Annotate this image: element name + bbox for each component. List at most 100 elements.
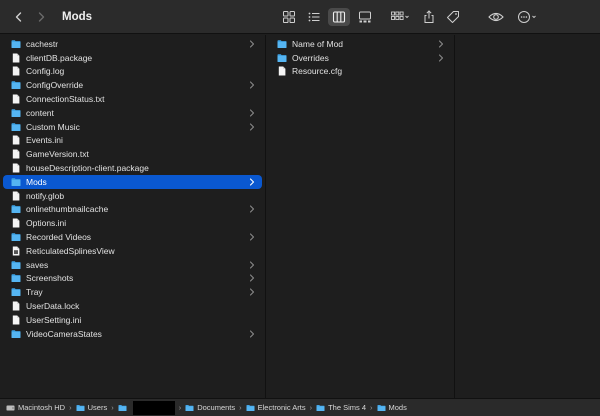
file-list: cachestr clientDB.package Config.log Config… <box>0 35 265 341</box>
column-view-icon <box>332 11 346 23</box>
group-button[interactable] <box>387 8 413 26</box>
forward-button[interactable] <box>32 8 50 26</box>
quick-look-button[interactable] <box>487 8 505 26</box>
folder-item[interactable]: VideoCameraStates <box>0 327 265 341</box>
path-separator-icon: › <box>178 403 182 412</box>
document-icon <box>11 315 21 325</box>
folder-icon <box>377 404 386 412</box>
item-label: Mods <box>26 176 47 187</box>
folder-icon <box>185 404 194 412</box>
document-icon <box>11 66 21 76</box>
document-icon <box>11 94 21 104</box>
file-item[interactable]: ReticulatedSplinesView <box>0 244 265 258</box>
item-label: Options.ini <box>26 218 67 229</box>
disclosure-chevron-icon <box>438 40 444 48</box>
disclosure-chevron-icon <box>249 123 255 131</box>
file-item[interactable]: ConnectionStatus.txt <box>0 92 265 106</box>
folder-icon <box>11 232 21 242</box>
file-item[interactable]: GameVersion.txt <box>0 147 265 161</box>
icon-view-button[interactable] <box>280 8 298 26</box>
folder-item[interactable]: cachestr <box>0 37 265 51</box>
folder-icon <box>11 273 21 283</box>
disclosure-chevron-icon <box>249 81 255 89</box>
folder-icon <box>277 53 287 63</box>
file-item[interactable]: notify.glob <box>0 189 265 203</box>
folder-icon <box>11 108 21 118</box>
path-crumb[interactable] <box>118 400 175 415</box>
item-label: Overrides <box>292 52 329 63</box>
path-crumb-label: Users <box>87 403 108 412</box>
folder-icon <box>277 39 287 49</box>
item-label: content <box>26 107 54 118</box>
window-title: Mods <box>62 10 93 23</box>
path-crumb[interactable]: Electronic Arts <box>246 403 306 412</box>
item-label: UserData.lock <box>26 301 80 312</box>
file-item[interactable]: UserSetting.ini <box>0 313 265 327</box>
more-actions-button[interactable] <box>516 8 540 26</box>
item-label: ConfigOverride <box>26 80 84 91</box>
gallery-view-button[interactable] <box>356 8 374 26</box>
folder-item[interactable]: Recorded Videos <box>0 230 265 244</box>
item-label: VideoCameraStates <box>26 328 102 339</box>
item-label: Resource.cfg <box>292 66 343 77</box>
folder-icon <box>11 287 21 297</box>
column-view-button[interactable] <box>328 8 350 26</box>
path-separator-icon: › <box>69 403 72 412</box>
file-item[interactable]: UserData.lock <box>0 299 265 313</box>
path-crumb[interactable]: Mods <box>377 403 407 412</box>
path-separator-icon: › <box>239 403 242 412</box>
disclosure-chevron-icon <box>249 109 255 117</box>
folder-icon <box>11 329 21 339</box>
chevron-right-icon <box>38 11 45 22</box>
document-icon <box>11 135 21 145</box>
folder-item[interactable]: content <box>0 106 265 120</box>
path-crumb[interactable]: The Sims 4 <box>316 403 366 412</box>
file-item[interactable]: clientDB.package <box>0 51 265 65</box>
disclosure-chevron-icon <box>249 288 255 296</box>
share-icon <box>424 10 434 23</box>
tags-button[interactable] <box>445 8 461 26</box>
folder-item[interactable]: Name of Mod <box>266 37 454 51</box>
folder-icon <box>11 39 21 49</box>
folder-item[interactable]: Screenshots <box>0 272 265 286</box>
back-button[interactable] <box>10 8 28 26</box>
path-crumb[interactable]: Documents <box>185 403 235 412</box>
redacted-block <box>132 400 175 415</box>
group-icon <box>391 11 409 20</box>
folder-item[interactable]: Mods <box>3 174 262 189</box>
item-label: cachestr <box>26 38 59 49</box>
column-1[interactable]: cachestr clientDB.package Config.log Config… <box>0 35 266 398</box>
path-crumb-label: Mods <box>388 403 407 412</box>
folder-item[interactable]: Overrides <box>266 51 454 65</box>
folder-item[interactable]: saves <box>0 258 265 272</box>
column-2[interactable]: Name of Mod Overrides Resource.cfg <box>266 35 455 398</box>
item-label: houseDescription-client.package <box>26 163 149 174</box>
chevron-left-icon <box>15 11 22 22</box>
folder-item[interactable]: Tray <box>0 285 265 299</box>
path-crumb[interactable]: Macintosh HD <box>6 403 65 412</box>
disclosure-chevron-icon <box>249 274 255 282</box>
list-view-icon <box>308 12 320 22</box>
share-button[interactable] <box>421 8 437 26</box>
toolbar: Mods <box>0 0 600 34</box>
document-icon <box>11 191 21 201</box>
folder-item[interactable]: Custom Music <box>0 120 265 134</box>
file-item[interactable]: Config.log <box>0 65 265 79</box>
folder-item[interactable]: onlinethumbnailcache <box>0 203 265 217</box>
file-item[interactable]: Resource.cfg <box>266 65 454 79</box>
path-crumb-label: Macintosh HD <box>18 403 66 412</box>
file-item[interactable]: Options.ini <box>0 216 265 230</box>
disk-icon <box>6 404 15 412</box>
path-crumb[interactable]: Users <box>76 403 108 412</box>
disclosure-chevron-icon <box>438 54 444 62</box>
disclosure-chevron-icon <box>249 178 255 186</box>
folder-item[interactable]: ConfigOverride <box>0 78 265 92</box>
path-separator-icon: › <box>370 403 373 412</box>
file-item[interactable]: houseDescription-client.package <box>0 161 265 175</box>
file-item[interactable]: Events.ini <box>0 134 265 148</box>
list-view-button[interactable] <box>305 8 323 26</box>
item-label: notify.glob <box>26 190 65 201</box>
column-3[interactable] <box>455 35 600 398</box>
path-crumb-label: Documents <box>197 403 236 412</box>
document-icon <box>11 53 21 63</box>
